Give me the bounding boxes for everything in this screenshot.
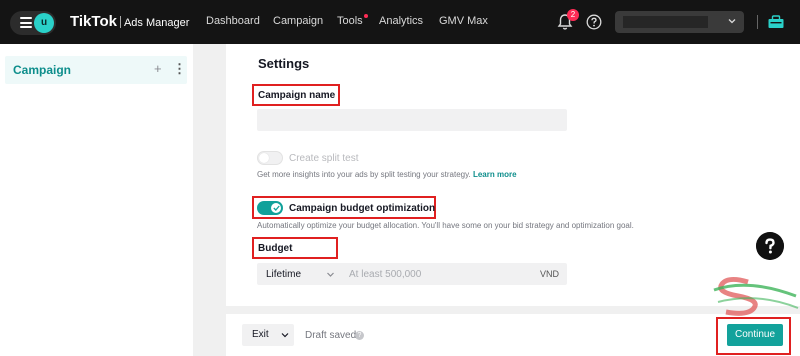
- top-navigation-bar: u TikTok Ads Manager Dashboard Campaign T…: [0, 0, 800, 44]
- split-test-label: Create split test: [289, 153, 359, 164]
- sidebar-item-label: Campaign: [13, 63, 72, 77]
- logo-brand: TikTok: [70, 13, 117, 30]
- logo-product: Ads Manager: [123, 17, 190, 29]
- logo-divider: [119, 15, 121, 28]
- avatar[interactable]: u: [34, 13, 54, 33]
- budget-input-group: Lifetime At least 500,000 VND: [257, 263, 567, 285]
- account-selector[interactable]: [615, 11, 744, 33]
- hamburger-icon: [20, 17, 32, 28]
- continue-button[interactable]: Continue: [727, 324, 783, 346]
- tools-new-dot: [363, 14, 368, 18]
- split-test-hint-text: Get more insights into your ads by split…: [257, 170, 471, 179]
- learn-more-link[interactable]: Learn more: [473, 170, 517, 179]
- menu-toggle[interactable]: u: [10, 11, 56, 35]
- chevron-down-icon: [281, 333, 289, 338]
- split-test-toggle[interactable]: [257, 151, 283, 165]
- draft-status: Draft saved: [305, 330, 357, 341]
- nav-gmv-max[interactable]: GMV Max: [439, 15, 488, 27]
- help-icon[interactable]: [586, 14, 602, 30]
- footer-bar: Exit Draft saved ? Continue: [226, 314, 800, 356]
- campaign-budget-optimization-toggle[interactable]: [257, 201, 283, 215]
- cbo-hint: Automatically optimize your budget alloc…: [257, 221, 634, 230]
- sidebar-item-campaign[interactable]: Campaign + ⋮: [5, 56, 187, 84]
- divider: [757, 15, 758, 29]
- section-title: Settings: [258, 56, 310, 71]
- nav-analytics[interactable]: Analytics: [379, 15, 423, 27]
- nav-tools[interactable]: Tools: [337, 14, 368, 27]
- toggle-knob: [259, 153, 269, 163]
- tiktok-ads-manager-logo[interactable]: TikTok Ads Manager: [70, 13, 189, 31]
- budget-label: Budget: [258, 243, 293, 254]
- nav-campaign[interactable]: Campaign: [273, 15, 323, 27]
- info-icon[interactable]: ?: [355, 331, 364, 340]
- cbo-label: Campaign budget optimization: [289, 203, 436, 214]
- sidebar: Campaign + ⋮: [0, 44, 193, 356]
- campaign-name-input[interactable]: [257, 109, 567, 131]
- campaign-name-label: Campaign name: [258, 90, 336, 101]
- add-icon[interactable]: +: [154, 61, 162, 76]
- check-icon: [273, 205, 280, 211]
- chevron-down-icon[interactable]: [326, 270, 335, 279]
- settings-card: Settings Campaign name Create split test…: [226, 44, 800, 306]
- split-test-hint: Get more insights into your ads by split…: [257, 170, 517, 179]
- account-name-redacted: [623, 16, 708, 28]
- business-center-icon[interactable]: [767, 14, 785, 30]
- currency-label: VND: [539, 269, 559, 279]
- chevron-down-icon: [728, 19, 736, 24]
- nav-tools-label: Tools: [337, 15, 363, 27]
- help-question-icon[interactable]: [756, 232, 784, 260]
- more-options-icon[interactable]: ⋮: [173, 61, 186, 77]
- nav-dashboard[interactable]: Dashboard: [206, 15, 260, 27]
- budget-amount-input[interactable]: At least 500,000: [349, 269, 421, 280]
- notification-badge: 2: [567, 9, 579, 21]
- exit-button[interactable]: Exit: [242, 324, 294, 346]
- watermark-logo: [713, 276, 799, 316]
- budget-type-select[interactable]: Lifetime: [266, 269, 301, 280]
- exit-label: Exit: [252, 329, 269, 340]
